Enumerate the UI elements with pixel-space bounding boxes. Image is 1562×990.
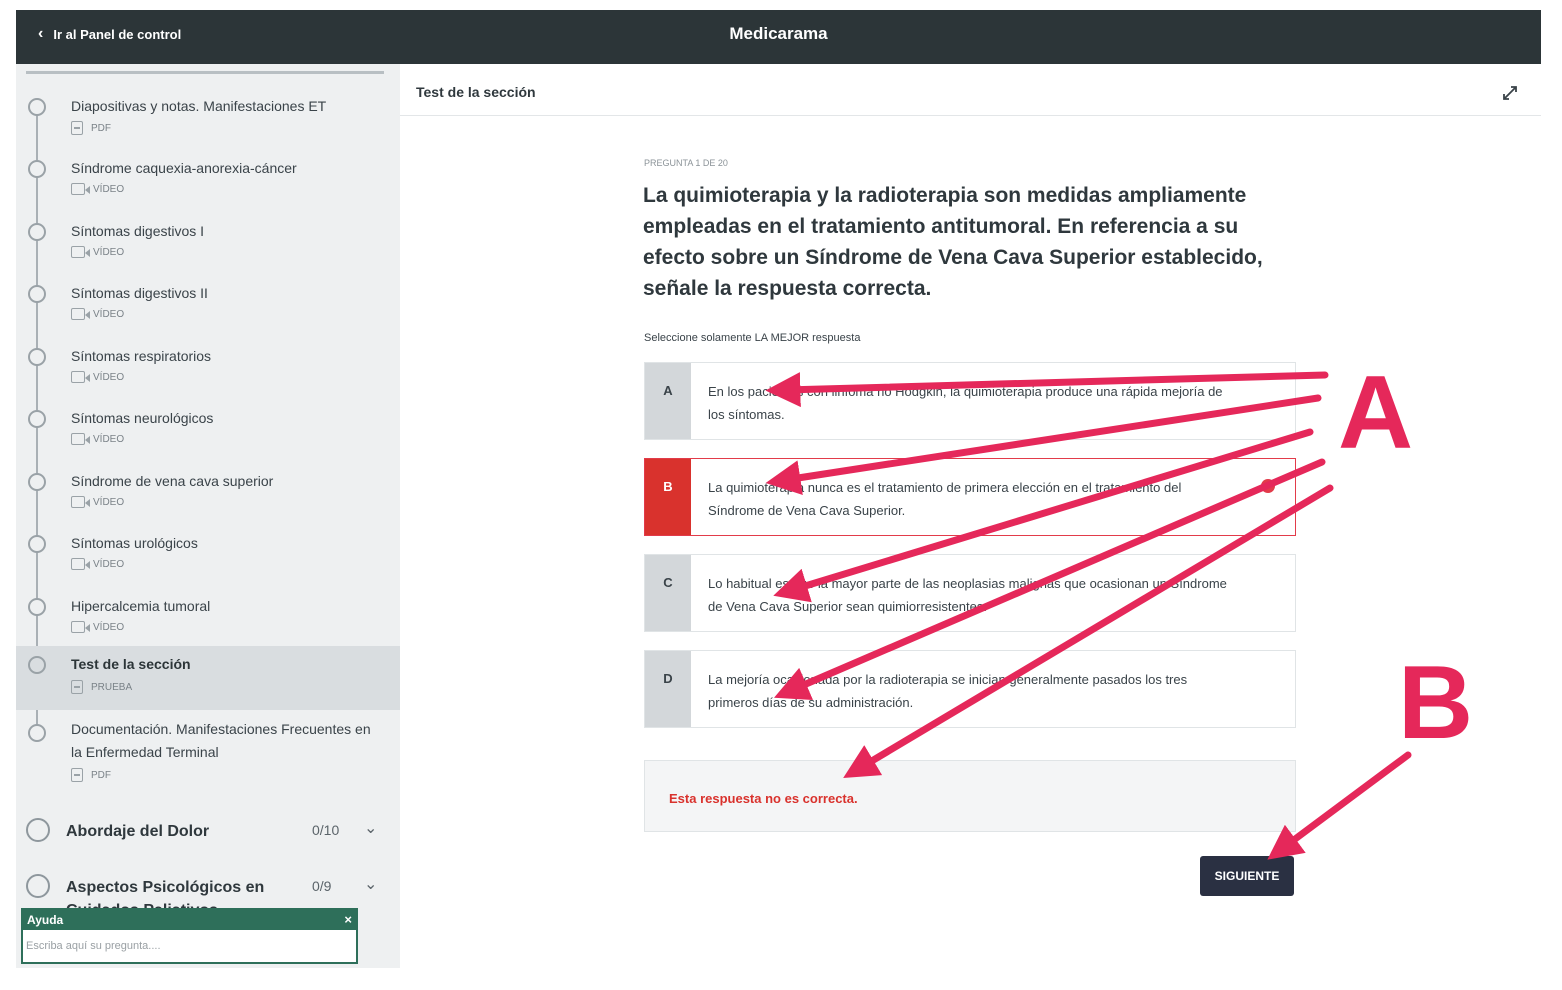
section-aspectos-psicologicos[interactable]: Aspectos Psicológicos en Cuidados Paliat… [16, 872, 400, 910]
quiz-icon [71, 680, 83, 694]
next-button[interactable]: SIGUIENTE [1200, 856, 1294, 896]
sidebar-item-diapositivas[interactable]: Diapositivas y notas. Manifestaciones ET… [16, 94, 400, 156]
section-progress: 0/9 [312, 878, 332, 894]
help-header: Ayuda × [23, 910, 356, 930]
status-circle-icon [28, 285, 46, 303]
option-text: La mejoría ocasionada por la radioterapi… [708, 672, 1188, 710]
top-bar: ‹ Ir al Panel de control Medicarama [16, 10, 1541, 64]
sidebar-item-type: VÍDEO [93, 621, 125, 633]
sidebar-item-vena-cava[interactable]: Síndrome de vena cava superior VÍDEO [16, 469, 400, 531]
sidebar-item-documentacion[interactable]: Documentación. Manifestaciones Frecuente… [16, 720, 400, 796]
video-icon [71, 308, 90, 320]
option-letter: B [645, 459, 691, 535]
sidebar-item-type: VÍDEO [93, 246, 125, 258]
option-text: La quimioterapia nunca es el tratamiento… [708, 480, 1182, 518]
sidebar-item-respiratorios[interactable]: Síntomas respiratorios VÍDEO [16, 344, 400, 406]
section-progress: 0/10 [312, 822, 340, 838]
feedback-box: Esta respuesta no es correcta. [644, 760, 1296, 832]
status-circle-icon [28, 535, 46, 553]
feedback-message: Esta respuesta no es correcta. [669, 791, 858, 806]
question-text: La quimioterapia y la radioterapia son m… [643, 184, 1263, 300]
chevron-down-icon[interactable]: ⌄ [364, 959, 377, 968]
status-circle-icon [28, 98, 46, 116]
sidebar-item-type: PDF [91, 122, 111, 134]
sidebar-item-title: Síntomas urológicos [71, 535, 198, 551]
sidebar-item-title: Síntomas neurológicos [71, 410, 214, 426]
section-status-icon [26, 874, 50, 898]
option-text: En los pacientes con linfoma no Hodgkin,… [708, 384, 1223, 422]
sidebar-item-title: Síntomas digestivos I [71, 223, 205, 239]
status-circle-icon [28, 410, 46, 428]
answer-option-a[interactable]: A En los pacientes con linfoma no Hodgki… [644, 362, 1296, 440]
status-circle-icon [28, 598, 46, 616]
document-icon [71, 768, 83, 782]
section-status-icon [26, 818, 50, 842]
question-counter: PREGUNTA 1 DE 20 [644, 158, 728, 168]
status-circle-icon [28, 724, 46, 742]
main-content: Test de la sección PREGUNTA 1 DE 20 La q… [400, 64, 1541, 968]
option-letter: C [645, 555, 691, 631]
video-icon [71, 621, 90, 633]
sidebar-item-test-seccion[interactable]: Test de la sección PRUEBA [16, 646, 400, 710]
incorrect-icon [1261, 479, 1275, 493]
status-circle-icon [28, 656, 46, 674]
sidebar-item-title: Síndrome de vena cava superior [71, 473, 274, 489]
video-icon [71, 558, 90, 570]
sidebar-item-urologicos[interactable]: Síntomas urológicos VÍDEO [16, 531, 400, 593]
document-icon [71, 121, 83, 135]
answer-option-d[interactable]: D La mejoría ocasionada por la radiotera… [644, 650, 1296, 728]
video-icon [71, 496, 90, 508]
sidebar-item-type: VÍDEO [93, 496, 125, 508]
sidebar-item-caquexia[interactable]: Síndrome caquexia-anorexia-cáncer VÍDEO [16, 156, 400, 218]
sidebar-item-title: Síntomas respiratorios [71, 348, 212, 364]
sidebar-item-title: Síntomas digestivos II [71, 285, 208, 301]
section-abordaje-dolor[interactable]: Abordaje del Dolor 0/10 ⌄ [16, 816, 400, 866]
sidebar-item-type: PRUEBA [91, 681, 133, 693]
status-circle-icon [28, 160, 46, 178]
close-icon[interactable]: × [344, 910, 352, 930]
sidebar-divider [26, 71, 384, 74]
status-circle-icon [28, 223, 46, 241]
option-letter: A [645, 363, 691, 439]
status-circle-icon [28, 473, 46, 491]
section-title: Abordaje del Dolor [66, 823, 210, 840]
app-window: ‹ Ir al Panel de control Medicarama Diap… [16, 10, 1541, 968]
section-title: Aspectos Psicológicos en Cuidados Paliat… [66, 879, 265, 910]
sidebar-item-title: Documentación. Manifestaciones Frecuente… [71, 721, 371, 760]
chevron-down-icon[interactable]: ⌄ [364, 818, 377, 838]
sidebar-item-type: VÍDEO [93, 183, 125, 195]
sidebar-item-digestivos-1[interactable]: Síntomas digestivos I VÍDEO [16, 219, 400, 281]
app-title: Medicarama [729, 24, 828, 43]
video-icon [71, 371, 90, 383]
video-icon [71, 183, 90, 195]
sidebar-item-type: VÍDEO [93, 558, 125, 570]
sidebar-item-neurologicos[interactable]: Síntomas neurológicos VÍDEO [16, 406, 400, 468]
expand-icon[interactable] [1501, 84, 1519, 102]
option-text: Lo habitual es que la mayor parte de las… [708, 576, 1227, 614]
help-title: Ayuda [27, 913, 64, 927]
course-sidebar: Diapositivas y notas. Manifestaciones ET… [16, 64, 400, 968]
answer-option-c[interactable]: C Lo habitual es que la mayor parte de l… [644, 554, 1296, 632]
sidebar-item-type: VÍDEO [93, 433, 125, 445]
answer-instruction: Seleccione solamente LA MEJOR respuesta [644, 332, 861, 344]
content-header: Test de la sección [400, 64, 1541, 116]
chevron-down-icon[interactable]: ⌄ [364, 874, 377, 894]
sidebar-item-type: PDF [91, 769, 111, 781]
option-letter: D [645, 651, 691, 727]
sidebar-item-title: Diapositivas y notas. Manifestaciones ET [71, 98, 327, 114]
answer-option-b[interactable]: B La quimioterapia nunca es el tratamien… [644, 458, 1296, 536]
help-widget: Ayuda × [21, 908, 358, 964]
sidebar-item-type: VÍDEO [93, 371, 125, 383]
content-title: Test de la sección [416, 84, 536, 100]
sidebar-item-type: VÍDEO [93, 308, 125, 320]
video-icon [71, 433, 90, 445]
sidebar-item-digestivos-2[interactable]: Síntomas digestivos II VÍDEO [16, 281, 400, 343]
sidebar-item-title: Test de la sección [71, 656, 191, 672]
help-question-input[interactable] [23, 930, 356, 962]
status-circle-icon [28, 348, 46, 366]
video-icon [71, 246, 90, 258]
sidebar-item-title: Síndrome caquexia-anorexia-cáncer [71, 160, 297, 176]
sidebar-item-title: Hipercalcemia tumoral [71, 598, 211, 614]
